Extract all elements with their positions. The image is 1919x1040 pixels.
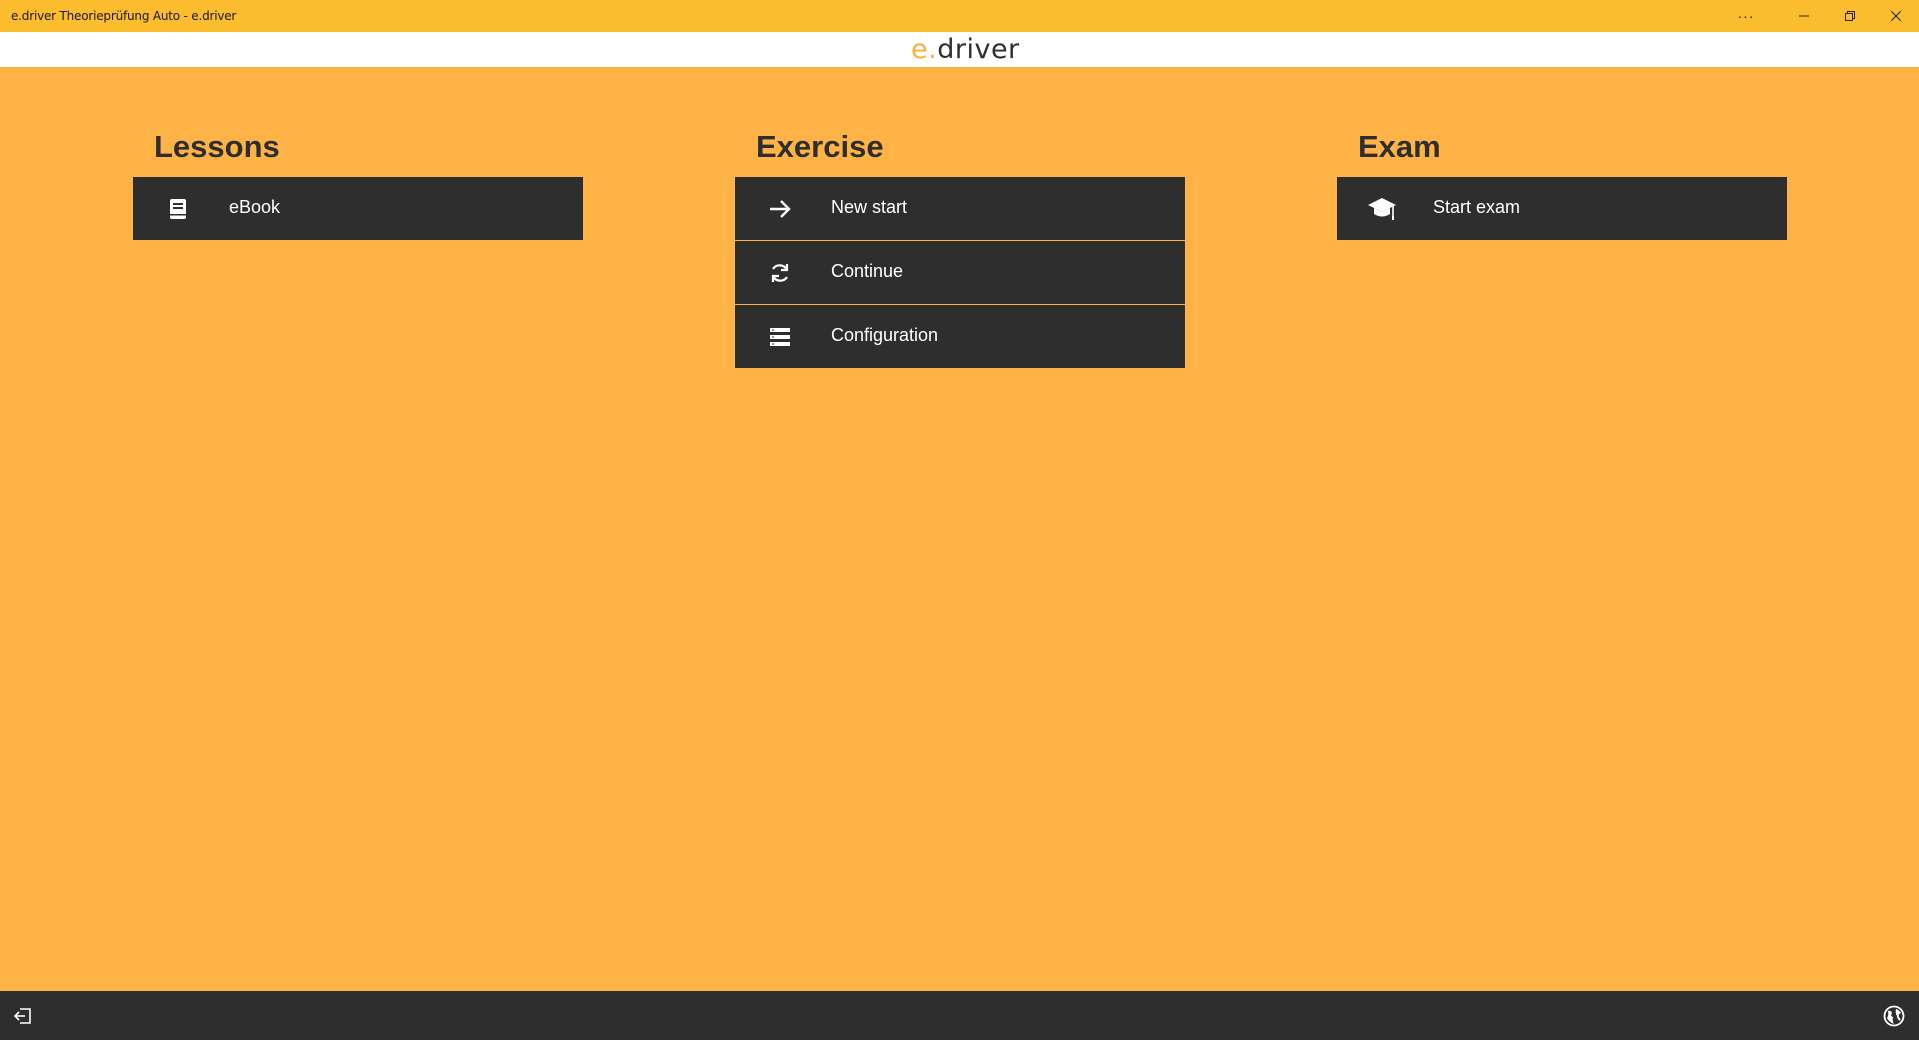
more-options-button[interactable]: ··· bbox=[1723, 0, 1769, 32]
arrow-right-icon bbox=[765, 194, 795, 224]
restore-button[interactable] bbox=[1827, 0, 1873, 32]
app-header: e.driver bbox=[0, 32, 1919, 67]
lessons-title: Lessons bbox=[154, 129, 280, 164]
close-button[interactable] bbox=[1873, 0, 1919, 32]
minimize-button[interactable] bbox=[1781, 0, 1827, 32]
window-title: e.driver Theorieprüfung Auto - e.driver bbox=[11, 9, 237, 23]
new-start-button[interactable]: New start bbox=[735, 177, 1185, 241]
bottom-bar bbox=[0, 991, 1919, 1040]
title-bar: e.driver Theorieprüfung Auto - e.driver … bbox=[0, 0, 1919, 32]
continue-button[interactable]: Continue bbox=[735, 241, 1185, 305]
book-icon bbox=[163, 194, 193, 224]
list-icon bbox=[765, 322, 795, 352]
refresh-icon bbox=[765, 258, 795, 288]
graduation-cap-icon bbox=[1367, 194, 1397, 224]
lessons-menu: eBook bbox=[133, 177, 583, 240]
restore-icon bbox=[1845, 11, 1855, 21]
configuration-label: Configuration bbox=[831, 325, 939, 345]
edriver-logo: e.driver bbox=[911, 34, 1020, 65]
app-window: e.driver Theorieprüfung Auto - e.driver … bbox=[0, 0, 1919, 1040]
configuration-button[interactable]: Configuration bbox=[735, 305, 1185, 368]
logout-icon bbox=[13, 1008, 31, 1024]
logout-button[interactable] bbox=[11, 1004, 35, 1028]
new-start-label: New start bbox=[831, 197, 908, 217]
start-exam-button[interactable]: Start exam bbox=[1337, 177, 1787, 240]
exercise-title: Exercise bbox=[756, 129, 884, 164]
close-icon bbox=[1891, 11, 1901, 21]
exam-title: Exam bbox=[1358, 129, 1441, 164]
ebook-label: eBook bbox=[229, 197, 281, 217]
exam-menu: Start exam bbox=[1337, 177, 1787, 240]
language-button[interactable] bbox=[1882, 1004, 1906, 1028]
continue-label: Continue bbox=[831, 261, 904, 281]
more-icon: ··· bbox=[1737, 8, 1755, 24]
minimize-icon bbox=[1799, 15, 1809, 17]
exercise-menu: New start Continue Configuration bbox=[735, 177, 1185, 368]
ebook-button[interactable]: eBook bbox=[133, 177, 583, 240]
start-exam-label: Start exam bbox=[1433, 197, 1521, 217]
globe-icon bbox=[1883, 1005, 1905, 1027]
